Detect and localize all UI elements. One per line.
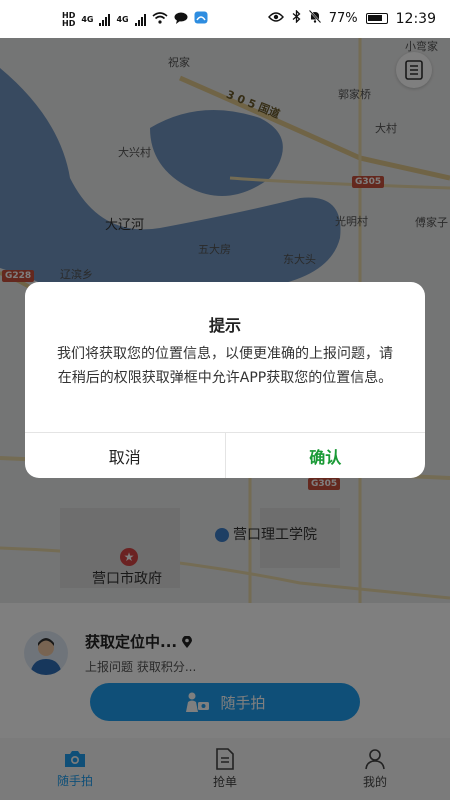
network-2-label: HD	[62, 18, 76, 28]
network-hd-indicator: HD HD	[62, 11, 76, 28]
dialog-message: 我们将获取您的位置信息，以便更准确的上报问题，请在稍后的权限获取弹框中允许APP…	[57, 346, 393, 386]
dialog-button-row: 取消 确认	[25, 432, 425, 478]
signal-2-label: 4G	[116, 14, 129, 24]
message-bubble-icon	[174, 12, 188, 28]
wifi-icon	[152, 11, 168, 28]
battery-icon	[365, 13, 388, 24]
app-notification-icon	[194, 11, 208, 28]
status-right: 77% 12:39	[267, 9, 436, 27]
eye-icon	[267, 11, 284, 26]
bluetooth-icon	[292, 9, 301, 27]
status-left: HD HD 4G 4G	[62, 11, 208, 28]
mute-bell-icon	[308, 9, 321, 27]
battery-percent: 77%	[328, 11, 358, 26]
status-bar: HD HD 4G 4G 77% 12:39	[0, 0, 450, 38]
dialog-title: 提示	[208, 316, 241, 335]
signal-bars-1-icon	[99, 13, 111, 26]
permission-dialog: 提示 我们将获取您的位置信息，以便更准确的上报问题，请在稍后的权限获取弹框中允许…	[25, 282, 425, 478]
signal-bars-2-icon	[134, 13, 146, 26]
confirm-button[interactable]: 确认	[226, 433, 426, 478]
cancel-button[interactable]: 取消	[25, 433, 226, 478]
clock: 12:39	[395, 10, 436, 27]
signal-1-label: 4G	[81, 14, 94, 24]
